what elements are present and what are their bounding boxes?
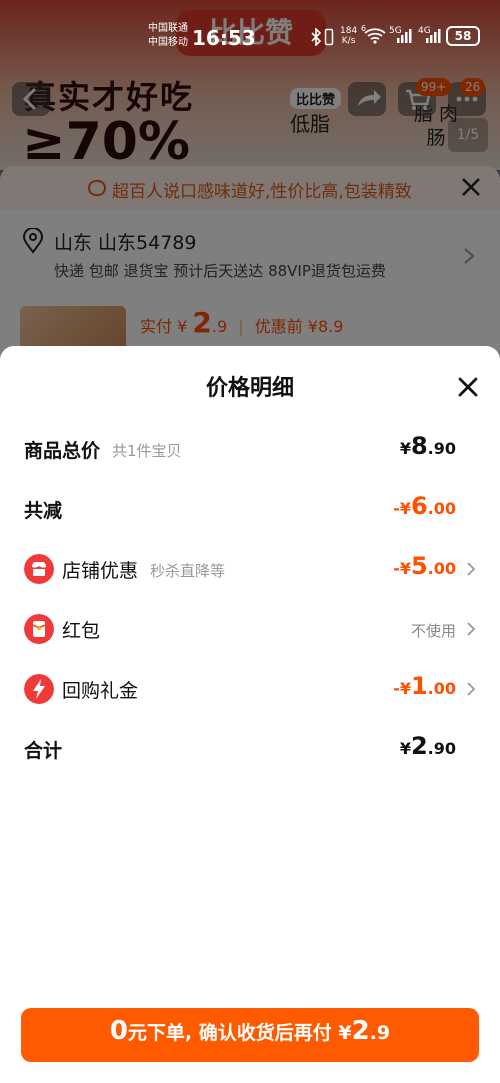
row-label: 回购礼金 (62, 680, 139, 702)
row-total-price: 商品总价 共1件宝贝 ¥8.90 (0, 428, 500, 468)
carrier-1: 中国联通 (148, 23, 188, 34)
row-value: -¥5.00 (393, 552, 456, 580)
place-order-button[interactable]: 0元下单, 确认收货后再付 ¥2.9 (21, 1008, 479, 1062)
chevron-right-icon (467, 562, 476, 576)
row-label: 合计 (24, 740, 63, 762)
net-speed-value: 184 (340, 26, 358, 36)
value-int: 2 (410, 732, 428, 760)
red-packet-icon (24, 614, 54, 644)
wifi-icon (364, 28, 386, 44)
value-yen: -¥ (393, 559, 411, 578)
vibrate-icon (324, 28, 334, 46)
value-yen: -¥ (393, 679, 411, 698)
bluetooth-icon (311, 28, 322, 46)
row-value: ¥2.90 (400, 732, 456, 760)
net-speed: 184 K/s (340, 26, 357, 46)
close-icon[interactable] (455, 374, 481, 400)
value-int: 1 (410, 672, 428, 700)
signal-icon-1 (397, 29, 412, 43)
row-label: 商品总价 (24, 440, 101, 462)
value-int: 8 (410, 432, 428, 460)
cta-int: 2 (351, 1016, 370, 1046)
row-total-discount: 共减 -¥6.00 (0, 488, 500, 528)
cta-label: 0元下单, 确认收货后再付 ¥2.9 (110, 1016, 390, 1046)
row-sub: 共1件宝贝 (112, 442, 182, 460)
row-value: -¥1.00 (393, 672, 456, 700)
row-grand-total: 合计 ¥2.90 (0, 728, 500, 768)
chevron-right-icon (467, 622, 476, 636)
row-value-text: 不使用 (410, 622, 456, 640)
clock: 16:53 (192, 26, 256, 50)
value-dec: .00 (427, 499, 456, 518)
battery-icon: 58 (446, 26, 480, 46)
shop-icon (24, 554, 54, 584)
value-yen: ¥ (399, 739, 411, 758)
row-value: ¥8.90 (400, 432, 456, 460)
price-detail-sheet: 价格明细 商品总价 共1件宝贝 ¥8.90 共减 -¥6.00 店铺优惠 秒杀直… (0, 346, 500, 1083)
value-yen: ¥ (399, 439, 411, 458)
net-speed-unit: K/s (341, 36, 356, 46)
row-rebuy-cash[interactable]: 回购礼金 -¥1.00 (0, 668, 500, 708)
cta-dec: .9 (369, 1022, 391, 1044)
row-value: -¥6.00 (393, 492, 456, 520)
carrier-info: 中国联通 中国移动 (148, 22, 188, 50)
row-red-packet[interactable]: 红包 不使用 (0, 608, 500, 648)
value-int: 6 (410, 492, 428, 520)
row-sub: 秒杀直降等 (150, 562, 226, 580)
cta-yen: ¥ (338, 1022, 352, 1044)
lightning-icon (24, 674, 54, 704)
value-dec: .90 (427, 739, 456, 758)
signal-icon-2 (426, 29, 441, 43)
value-dec: .00 (427, 559, 456, 578)
status-bar: 中国联通 中国移动 16:53 184 K/s 6 5G 4G 58 (0, 0, 500, 66)
value-yen: -¥ (393, 499, 411, 518)
row-label: 店铺优惠 (62, 560, 139, 582)
row-shop-discount[interactable]: 店铺优惠 秒杀直降等 -¥5.00 (0, 548, 500, 588)
carrier-2: 中国移动 (148, 37, 188, 48)
wifi-badge: 6 (361, 24, 367, 33)
sheet-title: 价格明细 (205, 376, 294, 401)
value-dec: .90 (427, 439, 456, 458)
value-dec: .00 (427, 679, 456, 698)
row-label: 红包 (62, 620, 101, 642)
value-int: 5 (410, 552, 428, 580)
cta-text: 元下单, 确认收货后再付 (127, 1022, 332, 1044)
cta-zero: 0 (109, 1016, 128, 1046)
chevron-right-icon (467, 682, 476, 696)
row-label: 共减 (24, 500, 63, 522)
